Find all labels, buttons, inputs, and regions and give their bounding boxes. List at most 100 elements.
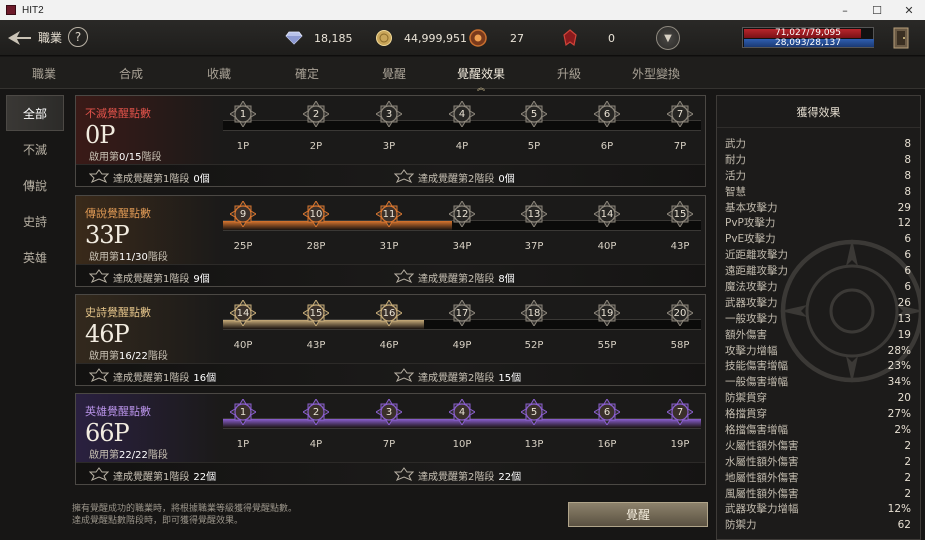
category-item-1[interactable]: 全部 [6,95,64,131]
stage-node-number: 5 [530,406,538,418]
stage-node[interactable]: 5 [521,399,547,425]
effect-name: 武力 [725,138,746,150]
stage-value: 22/22 [119,450,148,461]
stage-node[interactable]: 9 [230,201,256,227]
stage-node[interactable]: 14 [230,300,256,326]
card-points: 33P [85,221,130,249]
stage-requirement: 2P [309,141,323,152]
effect-name: 水屬性額外傷害 [725,455,799,468]
effect-value: 6 [904,265,911,278]
stage-node[interactable]: 6 [594,399,620,425]
achievement-2: 達成覺醒第2階段 0個 [393,169,515,186]
tab-6[interactable]: 覺醒效果 [457,65,505,82]
stage-node[interactable]: 18 [521,300,547,326]
effect-name: 防禦貫穿 [725,392,767,405]
minimize-button[interactable]: – [829,0,861,20]
maximize-button[interactable]: ☐ [861,0,893,20]
stage-node[interactable]: 10 [303,201,329,227]
card-footer: 達成覺醒第1階段 0個 達成覺醒第2階段 0個 [76,164,705,186]
stage-node[interactable]: 15 [667,201,693,227]
stage-requirement: 49P [452,340,472,351]
top-bar: 職業 ? 18,185 44,999,951 27 0 ▼ 71,027/79,… [0,20,925,56]
exit-door-button[interactable] [890,26,912,50]
stage-node[interactable]: 20 [667,300,693,326]
category-item-2[interactable]: 不滅 [6,131,64,167]
stage-requirement: 3P [382,141,396,152]
stage-node[interactable]: 4 [449,101,475,127]
stage-node-number: 1 [239,108,247,120]
tab-3[interactable]: 收藏 [207,65,231,82]
effect-name: 一般攻擊力 [725,312,778,325]
tab-2[interactable]: 合成 [119,65,143,82]
effect-row: 額外傷害 19 [725,328,911,344]
stage-node[interactable]: 13 [521,201,547,227]
effect-value: 62 [897,519,911,532]
stage-node[interactable]: 16 [376,300,402,326]
stage-node-number: 6 [603,108,611,120]
card-stage: 啟用第22/22階段 [89,446,168,461]
achievement-count: 8個 [498,274,515,285]
tab-4[interactable]: 確定 [295,65,319,82]
stage-node-number: 16 [382,307,396,319]
stage-node-number: 3 [385,406,393,418]
stage-node[interactable]: 3 [376,101,402,127]
effect-value: 8 [904,169,911,182]
expand-dropdown-button[interactable]: ▼ [656,26,680,50]
stage-node[interactable]: 7 [667,399,693,425]
stage-node[interactable]: 17 [449,300,475,326]
tab-5[interactable]: 覺醒 [382,65,406,82]
crest-count: 27 [510,31,524,45]
stage-node[interactable]: 14 [594,201,620,227]
tab-8[interactable]: 外型變換 [632,65,680,82]
category-item-5[interactable]: 英雄 [6,239,64,275]
currency-gold: 44,999,951 [374,28,467,48]
stage-node-number: 2 [312,406,320,418]
effect-row: 基本攻擊力 29 [725,201,911,217]
effect-row: 魔法攻擊力 6 [725,280,911,296]
stage-node[interactable]: 2 [303,101,329,127]
card-stage: 啟用第11/30階段 [89,248,168,263]
effect-name: 格擋貫穿 [725,408,767,421]
category-item-4[interactable]: 史詩 [6,203,64,239]
stage-node-number: 6 [603,406,611,418]
stage-node[interactable]: 1 [230,399,256,425]
stage-suffix: 階段 [147,351,168,362]
stage-node[interactable]: 4 [449,399,475,425]
window-titlebar: HIT2 – ☐ ✕ [0,0,925,20]
stage-requirement: 1P [236,439,250,450]
stage-node[interactable]: 7 [667,101,693,127]
back-button[interactable] [6,28,32,48]
stage-node[interactable]: 3 [376,399,402,425]
stage-node[interactable]: 1 [230,101,256,127]
effect-name: 格擋傷害增幅 [725,424,788,437]
stage-node[interactable]: 15 [303,300,329,326]
effect-value: 20 [897,392,911,405]
stage-node-number: 20 [673,307,687,319]
effect-row: 水屬性額外傷害 2 [725,455,911,471]
close-button[interactable]: ✕ [893,0,925,20]
stage-node[interactable]: 5 [521,101,547,127]
stage-node-number: 4 [458,406,466,418]
awaken-button[interactable]: 覺醒 [568,502,708,527]
stage-requirement: 5P [527,141,541,152]
stage-node[interactable]: 11 [376,201,402,227]
category-item-3[interactable]: 傳說 [6,167,64,203]
card-label: 史詩覺醒點數 [85,306,151,319]
tab-1[interactable]: 職業 [32,65,56,82]
stage-requirement: 37P [524,241,544,252]
achievement-count: 16個 [193,373,217,384]
effects-list[interactable]: 武力 8 耐力 8 活力 8 智慧 8 基本攻擊力 29 PvP攻擊力 12 PvE攻擊力 6 近距離攻擊力… [725,137,911,534]
effect-row: 一般攻擊力 13 [725,312,911,328]
stage-node[interactable]: 19 [594,300,620,326]
stage-node[interactable]: 2 [303,399,329,425]
effect-value: 28% [887,344,911,357]
tab-7[interactable]: 升級 [557,65,581,82]
card-points: 46P [85,320,130,348]
stage-node-number: 7 [676,108,684,120]
stage-node[interactable]: 12 [449,201,475,227]
stage-node[interactable]: 6 [594,101,620,127]
effect-value: 27% [887,408,911,421]
stage-node-number: 4 [458,108,466,120]
help-button[interactable]: ? [68,27,88,47]
effect-value: 13 [897,312,911,325]
